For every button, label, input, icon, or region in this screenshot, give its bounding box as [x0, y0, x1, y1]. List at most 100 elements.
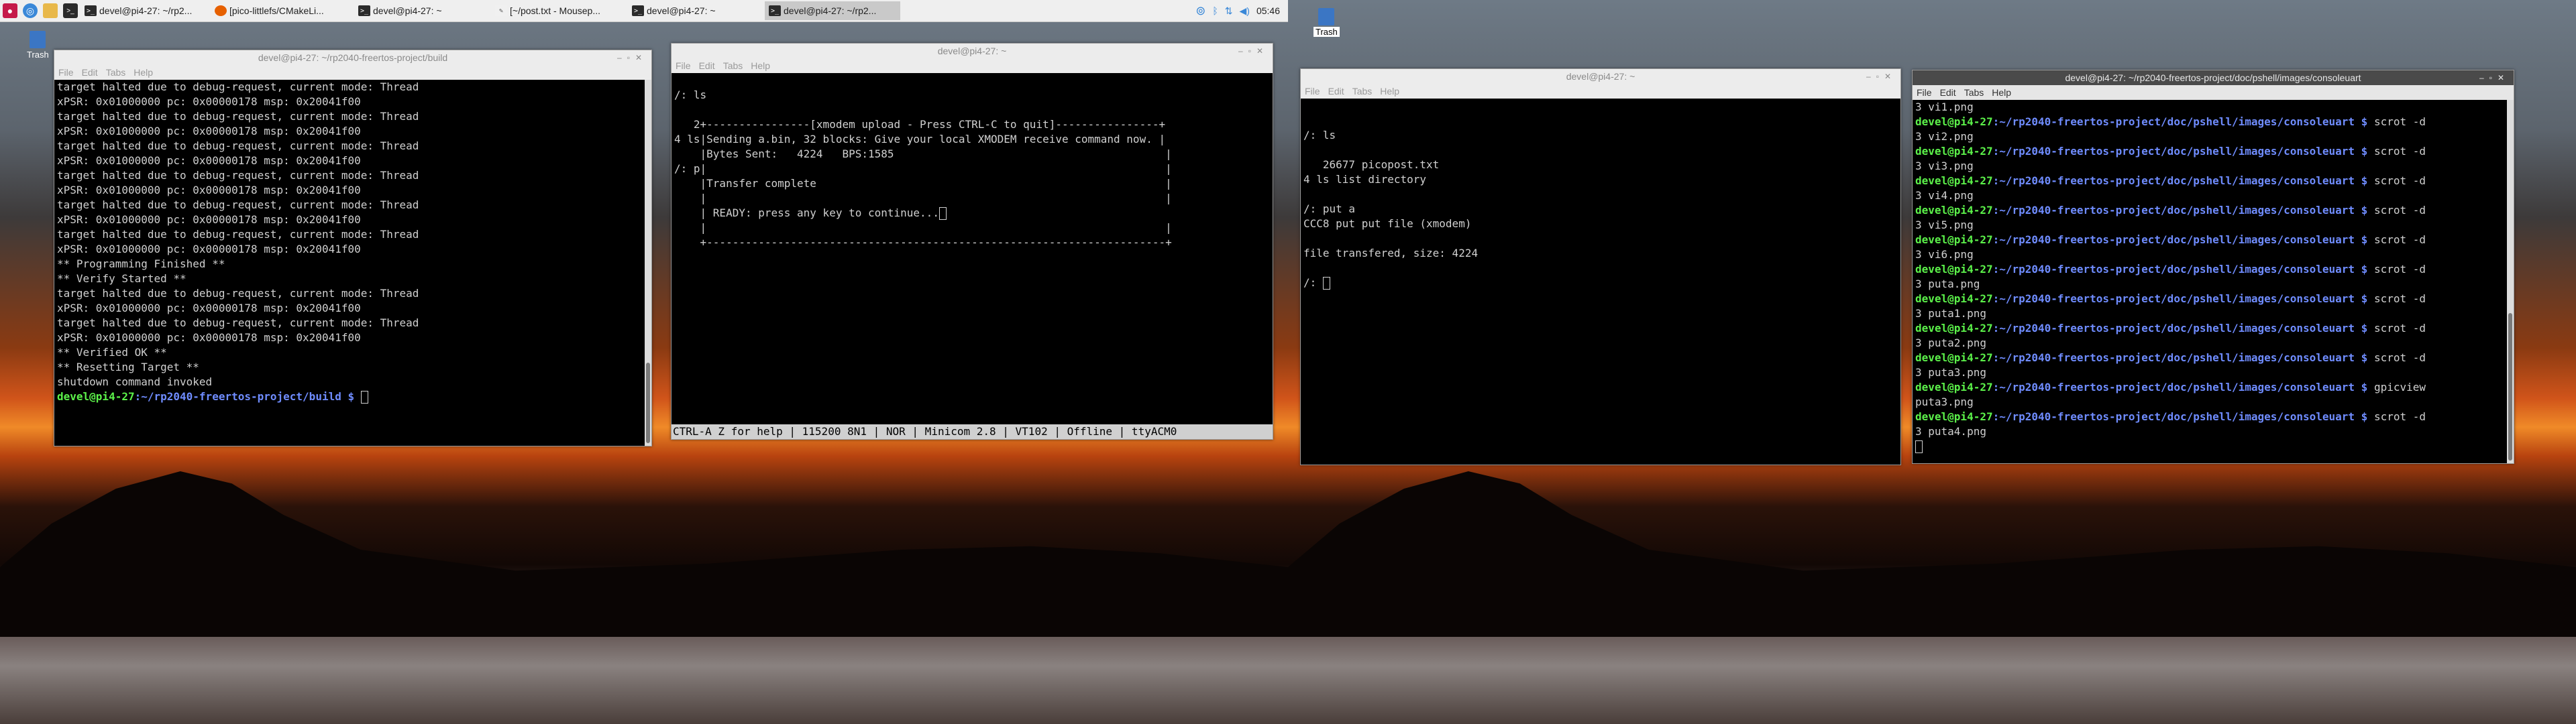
- prompt-command: scrot -d: [2373, 322, 2426, 335]
- prompt-user: devel@pi4-27: [1915, 233, 1993, 246]
- terminal-cursor: [1915, 440, 1923, 453]
- update-icon[interactable]: ⊚: [1195, 4, 1205, 18]
- terminal-line: target halted due to debug-request, curr…: [57, 139, 419, 152]
- terminal-line: ​: [1303, 231, 1898, 246]
- terminal-line: xPSR: 0x01000000 pc: 0x00000178 msp: 0x2…: [57, 184, 361, 196]
- menu-tabs[interactable]: Tabs: [1352, 86, 1373, 97]
- terminal-line: /: ls: [674, 88, 707, 101]
- shell-prompt-line: devel@pi4-27:~/rp2040-freertos-project/b…: [57, 389, 649, 404]
- terminal-window-pshell[interactable]: devel@pi4-27: ~–▫✕ FileEditTabsHelp ​​/:…: [1300, 68, 1901, 465]
- scrollbar[interactable]: [2507, 100, 2514, 463]
- terminal-output-line: 3 puta1.png: [1915, 307, 1986, 320]
- shell-prompt-line: devel@pi4-27:~/rp2040-freertos-project/d…: [1915, 233, 2511, 247]
- terminal-line: | READY: press any key to continue...: [674, 206, 1270, 221]
- shell-prompt-line: devel@pi4-27:~/rp2040-freertos-project/d…: [1915, 351, 2511, 365]
- terminal-line: /: ls: [1303, 129, 1336, 141]
- prompt-command: scrot -d: [2373, 410, 2426, 423]
- menu-help[interactable]: Help: [1380, 86, 1399, 97]
- menubar: File Edit Tabs Help: [672, 58, 1273, 73]
- terminal-output-line: 3 puta2.png: [1915, 337, 1986, 349]
- bluetooth-icon[interactable]: ᛒ: [1212, 5, 1218, 16]
- volume-icon[interactable]: ◀): [1240, 5, 1250, 17]
- terminal-output-line: 3 puta.png: [1915, 278, 1980, 290]
- menu-edit[interactable]: Edit: [1940, 87, 1956, 98]
- terminal-cursor: [1322, 277, 1330, 290]
- menu-tabs[interactable]: Tabs: [1964, 87, 1984, 98]
- menu-file[interactable]: File: [676, 60, 691, 71]
- shell-prompt-line: devel@pi4-27:~/rp2040-freertos-project/d…: [1915, 410, 2511, 424]
- menu-edit[interactable]: Edit: [699, 60, 715, 71]
- terminal-window-minicom[interactable]: devel@pi4-27: ~–▫✕ File Edit Tabs Help ​/: …: [671, 43, 1273, 440]
- terminal-line: xPSR: 0x01000000 pc: 0x00000178 msp: 0x2…: [57, 243, 361, 255]
- terminal-line: ** Programming Finished **: [57, 257, 225, 270]
- terminal-window-consoleuart[interactable]: devel@pi4-27: ~/rp2040-freertos-project/…: [1912, 70, 2514, 464]
- terminal-output[interactable]: 3 vi1.png devel@pi4-27:~/rp2040-freertos-…: [1913, 100, 2514, 454]
- prompt-user: devel@pi4-27: [1915, 174, 1993, 187]
- menu-tabs[interactable]: Tabs: [723, 60, 743, 71]
- terminal-output[interactable]: ​​/: ls​ 26677 picopost.txt4 ls list dir…: [1301, 99, 1900, 290]
- taskbar-task-browser[interactable]: [pico-littlefs/CMakeLi...: [211, 1, 353, 20]
- terminal-launcher-icon[interactable]: >_: [63, 3, 78, 18]
- terminal-window-build[interactable]: devel@pi4-27: ~/rp2040-freertos-project/…: [54, 50, 652, 446]
- window-controls[interactable]: –▫✕: [1866, 69, 1896, 84]
- window-titlebar[interactable]: devel@pi4-27: ~ –▫✕: [672, 44, 1273, 58]
- terminal-line: 26677 picopost.txt: [1303, 158, 1440, 171]
- menu-help[interactable]: Help: [1992, 87, 2011, 98]
- taskbar-task-terminal-home[interactable]: >_ devel@pi4-27: ~: [354, 1, 490, 20]
- prompt-command: scrot -d: [2373, 292, 2426, 305]
- menu-file[interactable]: File: [1305, 86, 1320, 97]
- clock[interactable]: 05:46: [1256, 5, 1280, 16]
- network-icon[interactable]: ⇅: [1225, 5, 1233, 17]
- shell-prompt-line: devel@pi4-27:~/rp2040-freertos-project/d…: [1915, 174, 2511, 188]
- terminal-icon: >_: [358, 5, 370, 16]
- window-controls[interactable]: –▫✕: [2479, 70, 2510, 85]
- terminal-line: target halted due to debug-request, curr…: [57, 110, 419, 123]
- menu-edit[interactable]: Edit: [82, 67, 98, 78]
- window-controls[interactable]: –▫✕: [1238, 44, 1269, 58]
- window-titlebar[interactable]: devel@pi4-27: ~/rp2040-freertos-project/…: [1913, 70, 2514, 85]
- prompt-path: :~/rp2040-freertos-project/doc/pshell/im…: [1992, 351, 2374, 364]
- prompt-user: devel@pi4-27: [1915, 145, 1993, 158]
- menu-file[interactable]: File: [58, 67, 74, 78]
- terminal-cursor: [360, 391, 368, 404]
- window-titlebar[interactable]: devel@pi4-27: ~/rp2040-freertos-project/…: [54, 50, 651, 65]
- prompt-path: :~/rp2040-freertos-project/doc/pshell/im…: [1992, 292, 2374, 305]
- taskbar-task-terminal-home-2[interactable]: >_ devel@pi4-27: ~: [628, 1, 763, 20]
- window-titlebar[interactable]: devel@pi4-27: ~ –▫✕: [1301, 69, 1900, 84]
- trash-icon: [1318, 8, 1335, 25]
- taskbar-task-terminal-consoleuart[interactable]: >_ devel@pi4-27: ~/rp2...: [765, 1, 900, 20]
- menu-help[interactable]: Help: [133, 67, 153, 78]
- taskbar-task-mousepad[interactable]: ✎ [~/post.txt - Mousep...: [491, 1, 627, 20]
- file-manager-icon[interactable]: [43, 3, 58, 18]
- scrollbar-thumb[interactable]: [646, 363, 650, 443]
- prompt-command: gpicview: [2373, 381, 2426, 394]
- terminal-line: /: put a: [1303, 202, 1356, 215]
- prompt-path: :~/rp2040-freertos-project/doc/pshell/im…: [1992, 263, 2374, 276]
- window-controls[interactable]: –▫✕: [617, 50, 647, 65]
- shell-prompt-line: devel@pi4-27:~/rp2040-freertos-project/d…: [1915, 321, 2511, 336]
- trash-desktop-icon[interactable]: Trash: [27, 31, 49, 60]
- prompt-user: devel@pi4-27: [1915, 322, 1993, 335]
- scrollbar-thumb[interactable]: [2508, 313, 2512, 461]
- terminal-line: xPSR: 0x01000000 pc: 0x00000178 msp: 0x2…: [57, 95, 361, 108]
- prompt-path: :~/rp2040-freertos-project/doc/pshell/im…: [1992, 204, 2374, 217]
- terminal-line: shutdown command invoked: [57, 375, 213, 388]
- trash-desktop-icon-2[interactable]: Trash: [1313, 8, 1340, 37]
- terminal-line: ** Verify Started **: [57, 272, 186, 285]
- terminal-output-line: 3 puta4.png: [1915, 425, 1986, 438]
- menu-file[interactable]: File: [1917, 87, 1932, 98]
- web-browser-icon[interactable]: ◎: [23, 3, 38, 18]
- scrollbar[interactable]: [645, 80, 651, 446]
- terminal-line: file transfered, size: 4224: [1303, 247, 1479, 259]
- menu-edit[interactable]: Edit: [1328, 86, 1344, 97]
- prompt-user: devel@pi4-27: [1915, 351, 1993, 364]
- terminal-cursor: [938, 207, 947, 220]
- terminal-output[interactable]: target halted due to debug-request, curr…: [54, 80, 651, 404]
- terminal-line: |Bytes Sent: 4224 BPS:1585 |: [674, 147, 1172, 160]
- taskbar: ● ◎ >_ >_ devel@pi4-27: ~/rp2... [pico-li…: [0, 0, 1288, 22]
- menu-help[interactable]: Help: [751, 60, 770, 71]
- taskbar-task-terminal-build[interactable]: >_ devel@pi4-27: ~/rp2...: [80, 1, 209, 20]
- menu-tabs[interactable]: Tabs: [106, 67, 126, 78]
- raspberry-menu-icon[interactable]: ●: [3, 3, 17, 18]
- terminal-output[interactable]: ​/: ls​ 2+----------------[xmodem upload…: [672, 73, 1273, 250]
